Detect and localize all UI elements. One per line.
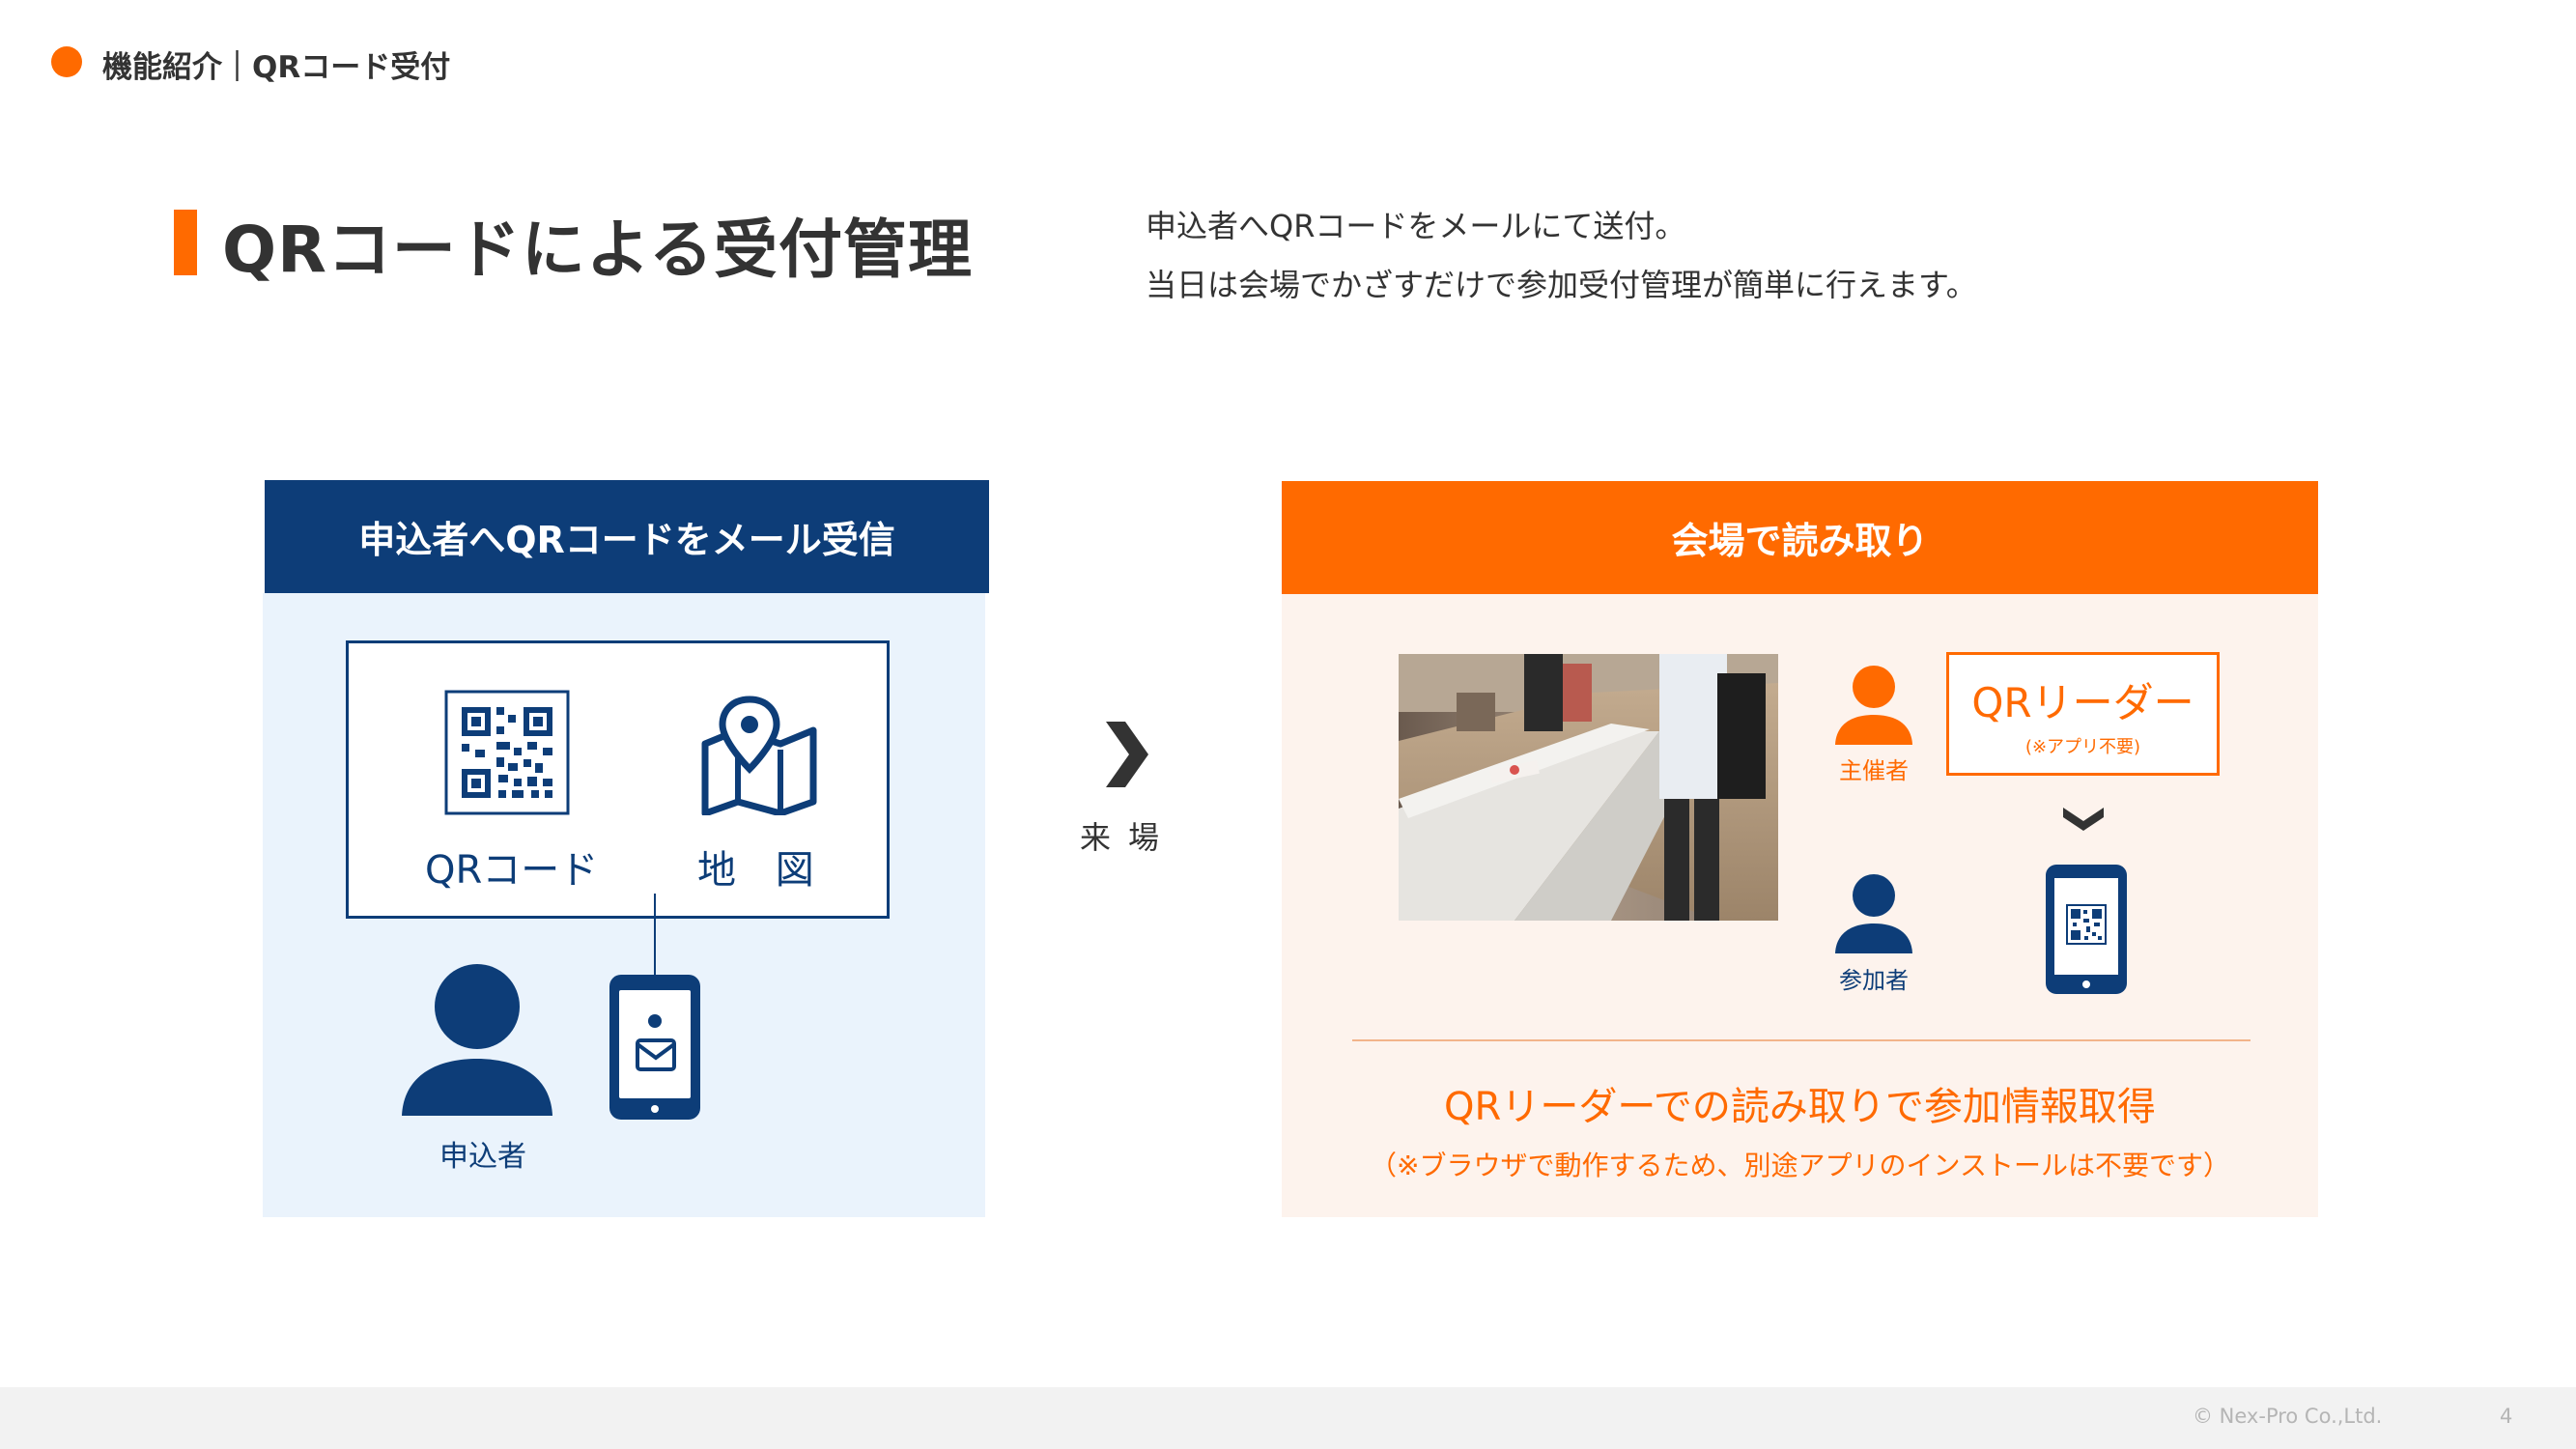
reception-photo bbox=[1399, 654, 1778, 921]
chevron-down-icon bbox=[2063, 808, 2104, 831]
description-line-1: 申込者へQRコードをメールにて送付。 bbox=[1146, 208, 1686, 244]
phone-qr-code-icon bbox=[2066, 904, 2107, 945]
chevron-right-icon bbox=[1106, 722, 1148, 787]
copyright: © Nex-Pro Co.,Ltd. bbox=[2193, 1405, 2383, 1428]
left-panel-heading: 申込者へQRコードをメール受信 bbox=[265, 480, 989, 593]
qr-code-label: QRコード bbox=[425, 848, 599, 893]
right-panel-heading: 会場で読み取り bbox=[1282, 481, 2318, 594]
qr-code-icon bbox=[444, 690, 570, 815]
title-accent-bar bbox=[174, 210, 197, 275]
page-title: QRコードによる受付管理 bbox=[222, 213, 973, 287]
description: 申込者へQRコードをメールにて送付。 当日は会場でかざすだけで参加受付管理が簡単… bbox=[1146, 197, 1977, 315]
right-panel-main-text: QRリーダーでの読み取りで参加情報取得 bbox=[1444, 1085, 2156, 1129]
map-label: 地 図 bbox=[697, 848, 828, 893]
right-panel-divider bbox=[1352, 1039, 2250, 1041]
right-panel-sub-text: （※ブラウザで動作するため、別途アプリのインストールは不要です） bbox=[1370, 1150, 2230, 1181]
qr-reader-box: QRリーダー (※アプリ不要) bbox=[1946, 652, 2220, 776]
participant-person-icon bbox=[1835, 874, 1912, 953]
footer bbox=[0, 1387, 2576, 1449]
applicant-label: 申込者 bbox=[439, 1140, 526, 1174]
breadcrumb: 機能紹介｜QRコード受付 bbox=[102, 50, 451, 85]
breadcrumb-dot-icon bbox=[51, 46, 82, 77]
page-number: 4 bbox=[2500, 1405, 2513, 1428]
smartphone-icon bbox=[609, 975, 700, 1120]
person-icon bbox=[402, 964, 552, 1116]
qr-reader-note: (※アプリ不要) bbox=[2024, 736, 2141, 757]
arrival-label: 来場 bbox=[1080, 819, 1177, 856]
qr-reader-title: QRリーダー bbox=[1971, 678, 2194, 726]
map-pin-icon bbox=[701, 696, 817, 815]
participant-label: 参加者 bbox=[1839, 967, 1909, 994]
participant-smartphone-icon bbox=[2046, 865, 2127, 994]
description-line-2: 当日は会場でかざすだけで参加受付管理が簡単に行えます。 bbox=[1146, 267, 1977, 303]
organizer-person-icon bbox=[1835, 666, 1912, 745]
organizer-label: 主催者 bbox=[1839, 757, 1909, 784]
